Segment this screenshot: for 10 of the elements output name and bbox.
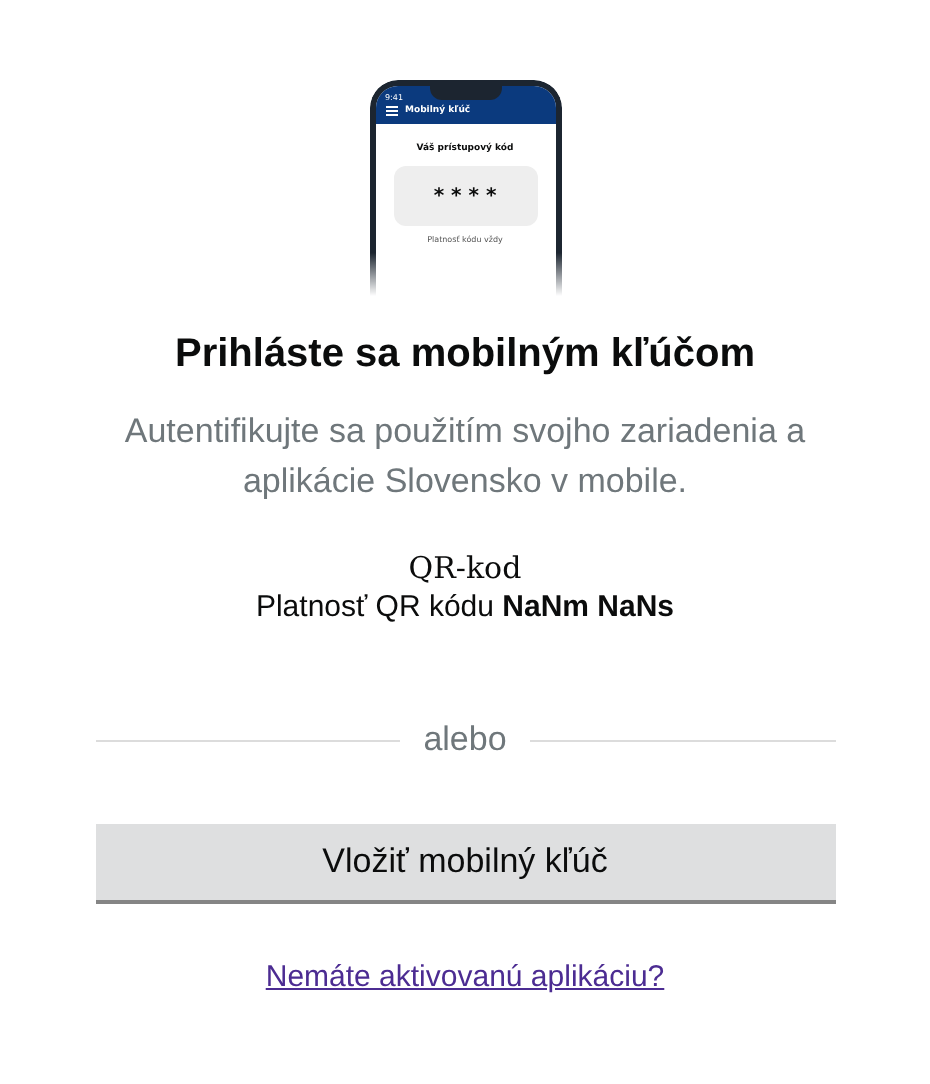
qr-alt-text: QR-kod bbox=[408, 550, 522, 586]
page-title: Prihláste sa mobilným kľúčom bbox=[174, 332, 756, 378]
code-display: * * * * bbox=[393, 166, 537, 226]
description: Autentifikujte sa použitím svojho zariadenia a aplikácie Slovensko v mobile. bbox=[122, 410, 808, 504]
no-app-link[interactable]: Nemáte aktivovanú aplikáciu? bbox=[265, 960, 665, 994]
menu-icon bbox=[385, 106, 397, 116]
insert-key-button[interactable]: Vložiť mobilný kľúč bbox=[95, 824, 835, 904]
qr-validity: Platnosť QR kódu NaNm NaNs bbox=[255, 590, 675, 624]
phone-notch bbox=[429, 86, 501, 100]
divider-text: alebo bbox=[423, 720, 507, 760]
